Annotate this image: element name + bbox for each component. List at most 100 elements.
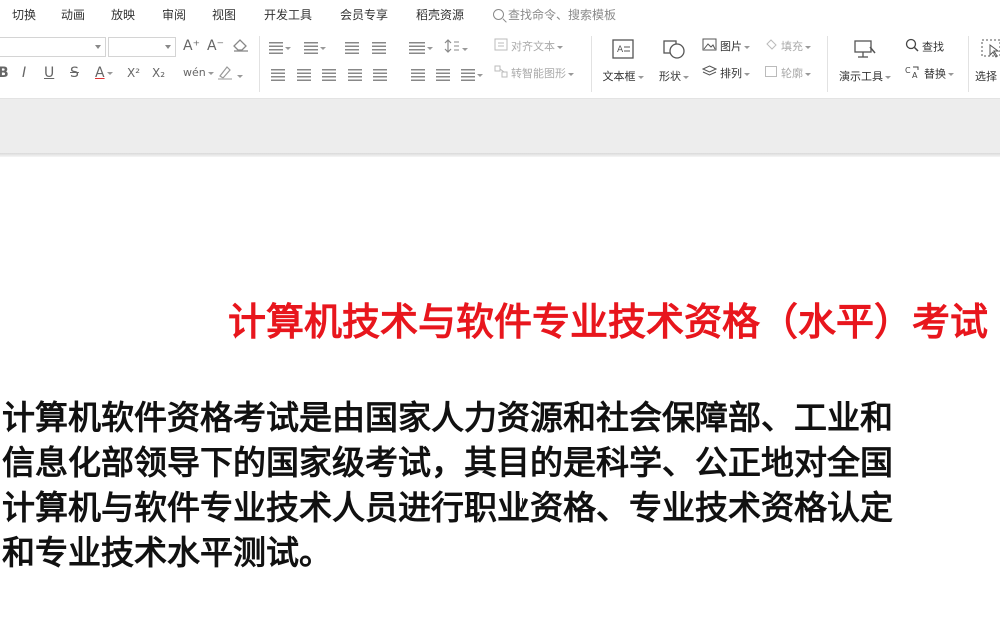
replace-icon: CA <box>905 65 921 84</box>
increase-indent-icon[interactable] <box>372 40 386 56</box>
body-line: 信息化部领导下的国家级考试，其目的是科学、公正地对全国 <box>2 443 893 482</box>
slide-body-text[interactable]: 计算机软件资格考试是由国家人力资源和社会保障部、工业和 信息化部领导下的国家级考… <box>2 395 1000 575</box>
select-button[interactable]: 选择 <box>975 38 1000 84</box>
paint-bucket-icon <box>764 38 778 56</box>
outline-label: 轮廓 <box>781 67 803 80</box>
picture-button[interactable]: 图片 <box>702 38 750 56</box>
picture-icon <box>702 38 717 56</box>
columns-dropdown-icon[interactable] <box>461 67 483 83</box>
command-search-label: 查找命令、搜索模板 <box>508 8 617 22</box>
find-button[interactable]: 查找 <box>905 38 944 57</box>
justify-icon[interactable] <box>348 67 362 83</box>
ribbon-separator <box>968 36 969 92</box>
ribbon-separator <box>259 36 260 92</box>
textbox-icon: A <box>600 38 646 64</box>
ribbon-separator <box>827 36 828 92</box>
presenter-tools-icon <box>835 38 895 64</box>
replace-label: 替换 <box>924 67 946 81</box>
align-center-icon[interactable] <box>297 67 311 83</box>
fill-button[interactable]: 填充 <box>764 38 811 56</box>
distribute-icon[interactable] <box>373 67 387 83</box>
tab-developer-tools[interactable]: 开发工具 <box>264 6 312 23</box>
outline-icon <box>764 65 778 83</box>
arrange-label: 排列 <box>720 67 742 80</box>
tab-member[interactable]: 会员专享 <box>340 6 388 23</box>
tab-transition[interactable]: 切换 <box>12 6 36 23</box>
shapes-button[interactable]: 形状 <box>656 38 692 84</box>
font-color-button[interactable]: A <box>95 65 113 81</box>
highlight-icon[interactable] <box>217 64 243 84</box>
underline-button[interactable]: U <box>44 65 54 81</box>
menu-tab-bar: 切换 动画 放映 审阅 视图 开发工具 会员专享 稻壳资源 查找命令、搜索模板 <box>0 0 1000 28</box>
svg-text:A: A <box>617 45 624 55</box>
font-color-label: A <box>95 65 105 81</box>
shapes-label: 形状 <box>659 70 681 83</box>
replace-button[interactable]: C A 替换 <box>905 65 954 84</box>
tab-review[interactable]: 审阅 <box>162 6 186 23</box>
align-left-icon[interactable] <box>271 67 285 83</box>
select-label: 选择 <box>975 70 997 83</box>
align-text-label: 对齐文本 <box>511 40 555 53</box>
align-right-icon[interactable] <box>322 67 336 83</box>
bullets-icon[interactable] <box>269 40 291 56</box>
chevron-down-icon <box>106 71 113 75</box>
text-direction-icon[interactable] <box>409 40 433 56</box>
search-icon <box>493 9 504 20</box>
clear-format-icon[interactable] <box>233 38 249 56</box>
paragraph-spacing-icon[interactable] <box>411 67 425 83</box>
convert-smartart-label: 转智能图形 <box>511 67 566 80</box>
chevron-down-icon <box>95 45 101 49</box>
grow-font-button[interactable]: A⁺ <box>183 38 200 54</box>
textbox-button[interactable]: A 文本框 <box>600 38 646 84</box>
body-line: 和专业技术水平测试。 <box>2 533 332 572</box>
tab-slideshow[interactable]: 放映 <box>111 6 135 23</box>
slide-thumbnail-strip[interactable] <box>0 99 1000 153</box>
svg-text:A: A <box>912 71 918 79</box>
smartart-icon <box>494 65 508 83</box>
shapes-icon <box>656 38 692 64</box>
command-search[interactable]: 查找命令、搜索模板 <box>493 6 616 23</box>
slide-canvas[interactable]: 计算机技术与软件专业技术资格（水平）考试 计算机软件资格考试是由国家人力资源和社… <box>0 157 1000 625</box>
find-label: 查找 <box>922 40 944 54</box>
picture-label: 图片 <box>720 40 742 53</box>
font-name-select[interactable] <box>0 37 106 57</box>
strikethrough-button[interactable]: S <box>70 65 79 81</box>
chevron-down-icon <box>237 74 243 78</box>
subscript-button[interactable]: X₂ <box>152 65 165 81</box>
arrange-button[interactable]: 排列 <box>701 65 750 83</box>
tab-docer-resources[interactable]: 稻壳资源 <box>416 6 464 23</box>
body-line: 计算机与软件专业技术人员进行职业资格、专业技术资格认定 <box>2 488 893 527</box>
outline-button[interactable]: 轮廓 <box>764 65 811 83</box>
textbox-label: 文本框 <box>602 70 636 83</box>
tab-view[interactable]: 视图 <box>212 6 236 23</box>
decrease-indent-icon[interactable] <box>345 40 359 56</box>
line-spacing-icon[interactable] <box>444 39 468 57</box>
text-ibeam-cursor <box>519 498 523 510</box>
chevron-down-icon <box>165 45 171 49</box>
convert-smartart-button[interactable]: 转智能图形 <box>494 65 574 83</box>
align-text-icon <box>494 38 508 56</box>
slide-title[interactable]: 计算机技术与软件专业技术资格（水平）考试 <box>0 291 1000 346</box>
superscript-button[interactable]: X² <box>127 65 140 81</box>
presenter-tools-label: 演示工具 <box>839 70 883 83</box>
font-size-select[interactable] <box>108 37 176 57</box>
body-line: 计算机软件资格考试是由国家人力资源和社会保障部、工业和 <box>2 398 893 437</box>
column-icon[interactable] <box>436 67 450 83</box>
layers-icon <box>701 65 718 83</box>
presenter-tools-button[interactable]: 演示工具 <box>835 38 895 84</box>
fill-label: 填充 <box>781 40 803 53</box>
search-icon <box>905 38 919 57</box>
italic-button[interactable]: I <box>22 65 26 81</box>
shrink-font-button[interactable]: A⁻ <box>207 38 224 54</box>
chevron-down-icon <box>207 71 214 75</box>
bold-button[interactable]: B <box>0 65 9 81</box>
phonetic-guide-button[interactable]: wén <box>183 65 214 81</box>
ribbon-toolbar: A⁺ A⁻ B I U S A X² X₂ wén 对齐文本 转智能图形 A 文… <box>0 28 1000 99</box>
numbering-icon[interactable] <box>304 40 326 56</box>
align-text-button[interactable]: 对齐文本 <box>494 38 563 56</box>
select-icon <box>980 38 1000 64</box>
svg-text:C: C <box>905 66 911 75</box>
phonetic-guide-label: wén <box>183 66 206 79</box>
tab-animation[interactable]: 动画 <box>61 6 85 23</box>
ribbon-separator <box>591 36 592 92</box>
